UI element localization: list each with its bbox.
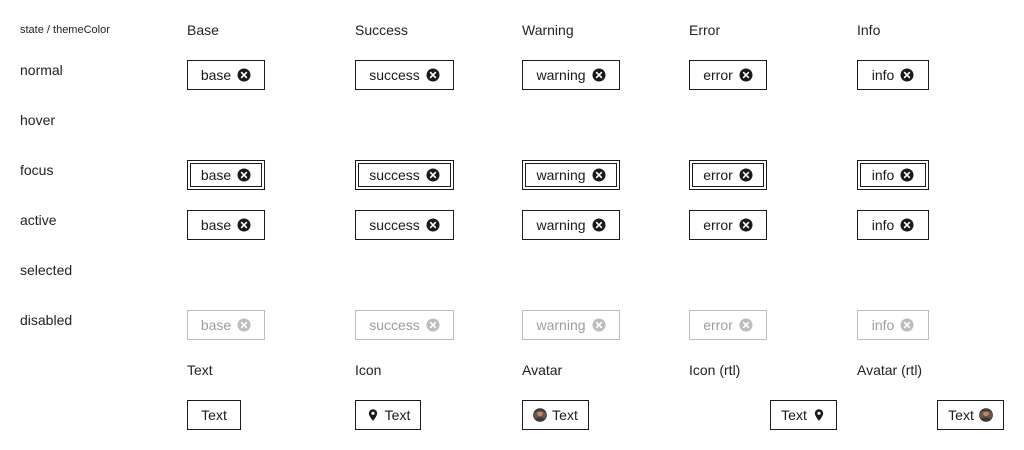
row-label-disabled: disabled: [20, 312, 73, 328]
column-header-base: Base: [187, 22, 219, 38]
chip-info-focus[interactable]: info: [857, 160, 929, 190]
column-header-error: Error: [689, 22, 721, 38]
row-label-focus: focus: [20, 162, 54, 178]
chip-warning-disabled: warning: [522, 310, 620, 340]
column-header-warning: Warning: [522, 22, 574, 38]
chip-label: success: [369, 317, 420, 333]
variant-header-icon-rtl: Icon (rtl): [689, 362, 741, 378]
close-circle-icon[interactable]: [426, 68, 440, 82]
close-circle-icon[interactable]: [900, 68, 914, 82]
close-circle-icon[interactable]: [739, 68, 753, 82]
close-circle-icon[interactable]: [237, 68, 251, 82]
close-circle-icon[interactable]: [426, 168, 440, 182]
chip-label: base: [200, 167, 232, 183]
avatar: [533, 408, 547, 422]
chip-info-normal[interactable]: info: [857, 60, 929, 90]
chip-success-focus[interactable]: success: [355, 160, 454, 190]
grid-corner-label: state / themeColor: [20, 24, 110, 36]
close-circle-icon[interactable]: [592, 218, 606, 232]
chip-icon-rtl-variant[interactable]: Text: [770, 400, 837, 430]
chip-base-active[interactable]: base: [187, 210, 265, 240]
chip-text-variant[interactable]: Text: [187, 400, 241, 430]
chip-label: Text: [781, 407, 807, 423]
close-circle-icon[interactable]: [592, 68, 606, 82]
chip-label: success: [369, 217, 420, 233]
chip-label: info: [871, 67, 895, 83]
chip-warning-normal[interactable]: warning: [522, 60, 620, 90]
row-label-active: active: [20, 212, 57, 228]
chip-label: Text: [384, 407, 411, 423]
chip-label: warning: [536, 317, 586, 333]
close-circle-icon[interactable]: [900, 218, 914, 232]
row-label-normal: normal: [20, 62, 63, 78]
close-circle-icon[interactable]: [592, 168, 606, 182]
map-pin-icon: [366, 408, 380, 422]
chip-label: base: [200, 217, 232, 233]
chip-label: warning: [536, 217, 586, 233]
chip-base-normal[interactable]: base: [187, 60, 265, 90]
chip-base-disabled: base: [187, 310, 265, 340]
chip-label: Text: [552, 407, 578, 423]
close-circle-icon: [592, 318, 606, 332]
chip-label: warning: [536, 167, 586, 183]
column-header-info: Info: [857, 22, 881, 38]
close-circle-icon[interactable]: [237, 218, 251, 232]
chip-info-disabled: info: [857, 310, 929, 340]
chip-label: info: [871, 317, 895, 333]
chip-label: info: [871, 217, 895, 233]
column-header-success: Success: [355, 22, 408, 38]
chip-label: success: [369, 167, 420, 183]
chip-info-active[interactable]: info: [857, 210, 929, 240]
chip-success-disabled: success: [355, 310, 454, 340]
chip-base-focus[interactable]: base: [187, 160, 265, 190]
close-circle-icon[interactable]: [739, 168, 753, 182]
chip-label: error: [703, 217, 733, 233]
variant-header-avatar-rtl: Avatar (rtl): [857, 362, 923, 378]
chip-avatar-rtl-variant[interactable]: Text: [937, 400, 1004, 430]
chip-warning-focus[interactable]: warning: [522, 160, 620, 190]
close-circle-icon: [426, 318, 440, 332]
chip-label: info: [871, 167, 895, 183]
close-circle-icon[interactable]: [739, 218, 753, 232]
chip-label: warning: [536, 67, 586, 83]
variant-header-text: Text: [187, 362, 213, 378]
close-circle-icon: [237, 318, 251, 332]
map-pin-icon: [812, 408, 826, 422]
close-circle-icon[interactable]: [426, 218, 440, 232]
close-circle-icon[interactable]: [900, 168, 914, 182]
chip-label: base: [200, 317, 232, 333]
chip-avatar-variant[interactable]: Text: [522, 400, 589, 430]
variant-header-avatar: Avatar: [522, 362, 563, 378]
variant-header-icon: Icon: [355, 362, 382, 378]
close-circle-icon: [739, 318, 753, 332]
row-label-hover: hover: [20, 112, 56, 128]
chip-icon-variant[interactable]: Text: [355, 400, 421, 430]
chip-label: success: [369, 67, 420, 83]
chip-warning-active[interactable]: warning: [522, 210, 620, 240]
chip-label: error: [703, 167, 733, 183]
chip-error-normal[interactable]: error: [689, 60, 767, 90]
close-circle-icon[interactable]: [237, 168, 251, 182]
chip-label: Text: [948, 407, 974, 423]
chip-label: base: [200, 67, 232, 83]
chip-error-active[interactable]: error: [689, 210, 767, 240]
chip-error-disabled: error: [689, 310, 767, 340]
avatar: [979, 408, 993, 422]
chip-label: error: [703, 317, 733, 333]
chip-success-active[interactable]: success: [355, 210, 454, 240]
close-circle-icon: [900, 318, 914, 332]
chip-label: error: [703, 67, 733, 83]
chip-error-focus[interactable]: error: [689, 160, 767, 190]
chip-label: Text: [201, 407, 227, 423]
row-label-selected: selected: [20, 262, 73, 278]
chip-success-normal[interactable]: success: [355, 60, 454, 90]
